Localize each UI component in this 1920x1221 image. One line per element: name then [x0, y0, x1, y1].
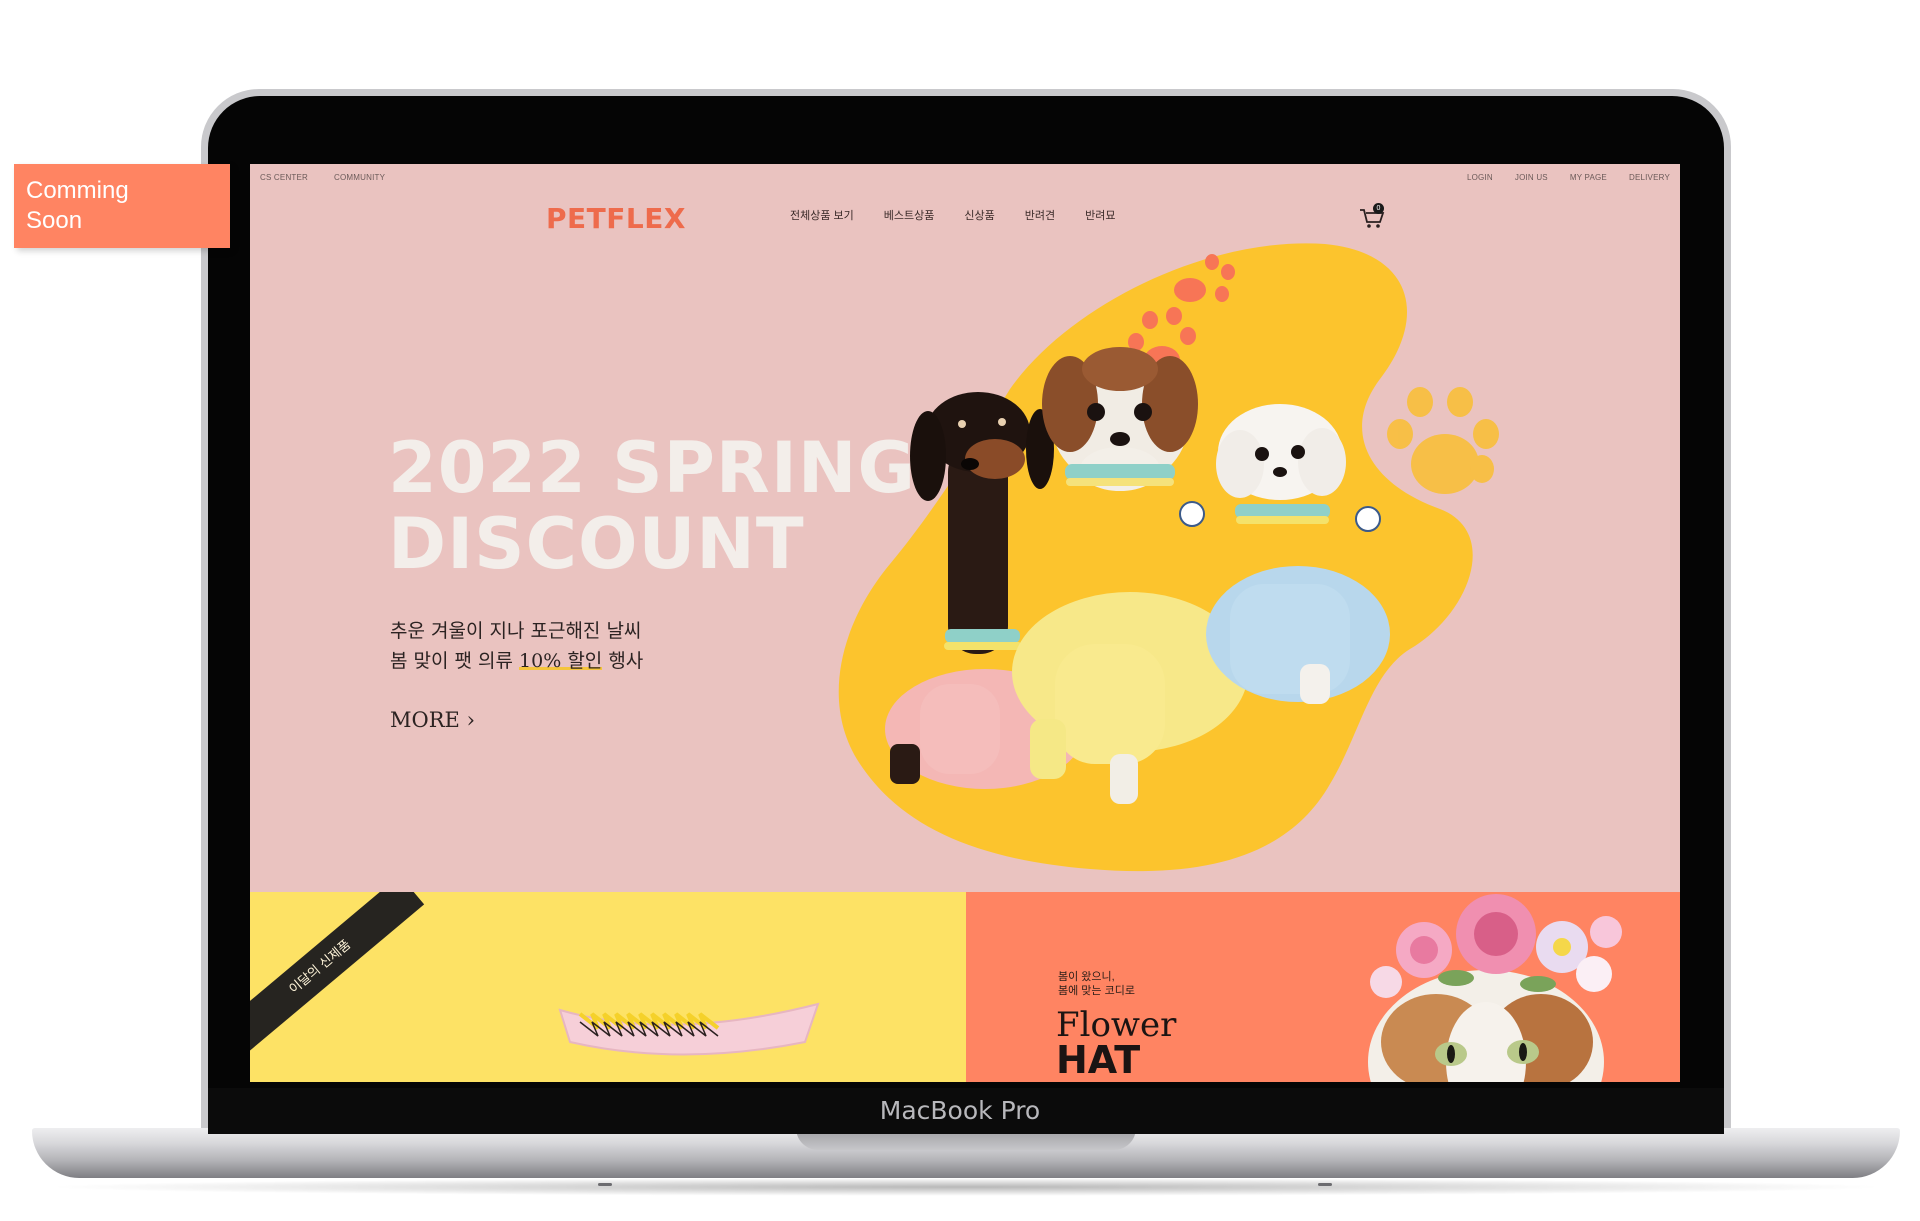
- device-label: MacBook Pro: [879, 1096, 1041, 1125]
- nav-item-cats[interactable]: 반려묘: [1085, 207, 1115, 223]
- hero-subtitle-line2: 봄 맞이 팻 의류 10% 할인 행사: [390, 646, 643, 676]
- hero-title: 2022 SPRING DISCOUNT: [388, 430, 916, 582]
- utility-bar: CS CENTER COMMUNITY LOGIN JOIN US MY PAG…: [250, 164, 1680, 186]
- chevron-right-icon: ›: [466, 708, 475, 732]
- more-link[interactable]: MORE ›: [390, 708, 475, 732]
- site-logo[interactable]: PETFLEX: [546, 202, 686, 235]
- product-clothing-image: [558, 1002, 820, 1056]
- hero-subtitle: 추운 겨울이 지나 포근해진 날씨 봄 맞이 팻 의류 10% 할인 행사: [390, 616, 643, 676]
- new-products-banner[interactable]: 이달의 신제품: [250, 892, 966, 1082]
- nav-item-dogs[interactable]: 반려견: [1025, 207, 1055, 223]
- hero-subtitle-text: 봄 맞이 팻 의류: [390, 650, 520, 672]
- delivery-link[interactable]: DELIVERY: [1629, 173, 1670, 182]
- nav-item-new[interactable]: 신상품: [964, 207, 994, 223]
- community-link[interactable]: COMMUNITY: [334, 173, 385, 182]
- coming-soon-text: Comming Soon: [26, 176, 129, 236]
- flower-hat-banner[interactable]: 봄이 왔으니, 봄에 맞는 코디로 Flower HAT: [966, 892, 1680, 1082]
- laptop-foot: [598, 1183, 612, 1186]
- hero-subtitle-text: 행사: [602, 650, 644, 672]
- main-nav: 전체상품 보기 베스트상품 신상품 반려견 반려묘: [790, 207, 1116, 223]
- hero-title-line1: 2022 SPRING: [388, 427, 916, 509]
- laptop-foot: [1318, 1183, 1332, 1186]
- discount-highlight: 10% 할인: [519, 650, 603, 672]
- nav-item-best[interactable]: 베스트상품: [884, 207, 935, 223]
- hero-title-line2: DISCOUNT: [388, 503, 805, 585]
- join-us-link[interactable]: JOIN US: [1515, 173, 1548, 182]
- cat-with-flower-hat-image: [1368, 894, 1622, 1082]
- cart-count-badge: 0: [1373, 203, 1384, 214]
- nav-item-all-products[interactable]: 전체상품 보기: [790, 207, 854, 223]
- my-page-link[interactable]: MY PAGE: [1570, 173, 1607, 182]
- website-screen: CS CENTER COMMUNITY LOGIN JOIN US MY PAG…: [250, 164, 1680, 1082]
- coming-soon-line1: Comming: [26, 177, 129, 204]
- more-label: MORE: [390, 708, 460, 732]
- hero-subtitle-line1: 추운 겨울이 지나 포근해진 날씨: [390, 620, 642, 642]
- laptop-shadow: [40, 1178, 1892, 1196]
- coming-soon-line2: Soon: [26, 207, 83, 234]
- login-link[interactable]: LOGIN: [1467, 173, 1493, 182]
- coming-soon-tag: Comming Soon: [14, 164, 230, 248]
- cs-center-link[interactable]: CS CENTER: [260, 173, 308, 182]
- paw-print-icon: [1387, 387, 1499, 494]
